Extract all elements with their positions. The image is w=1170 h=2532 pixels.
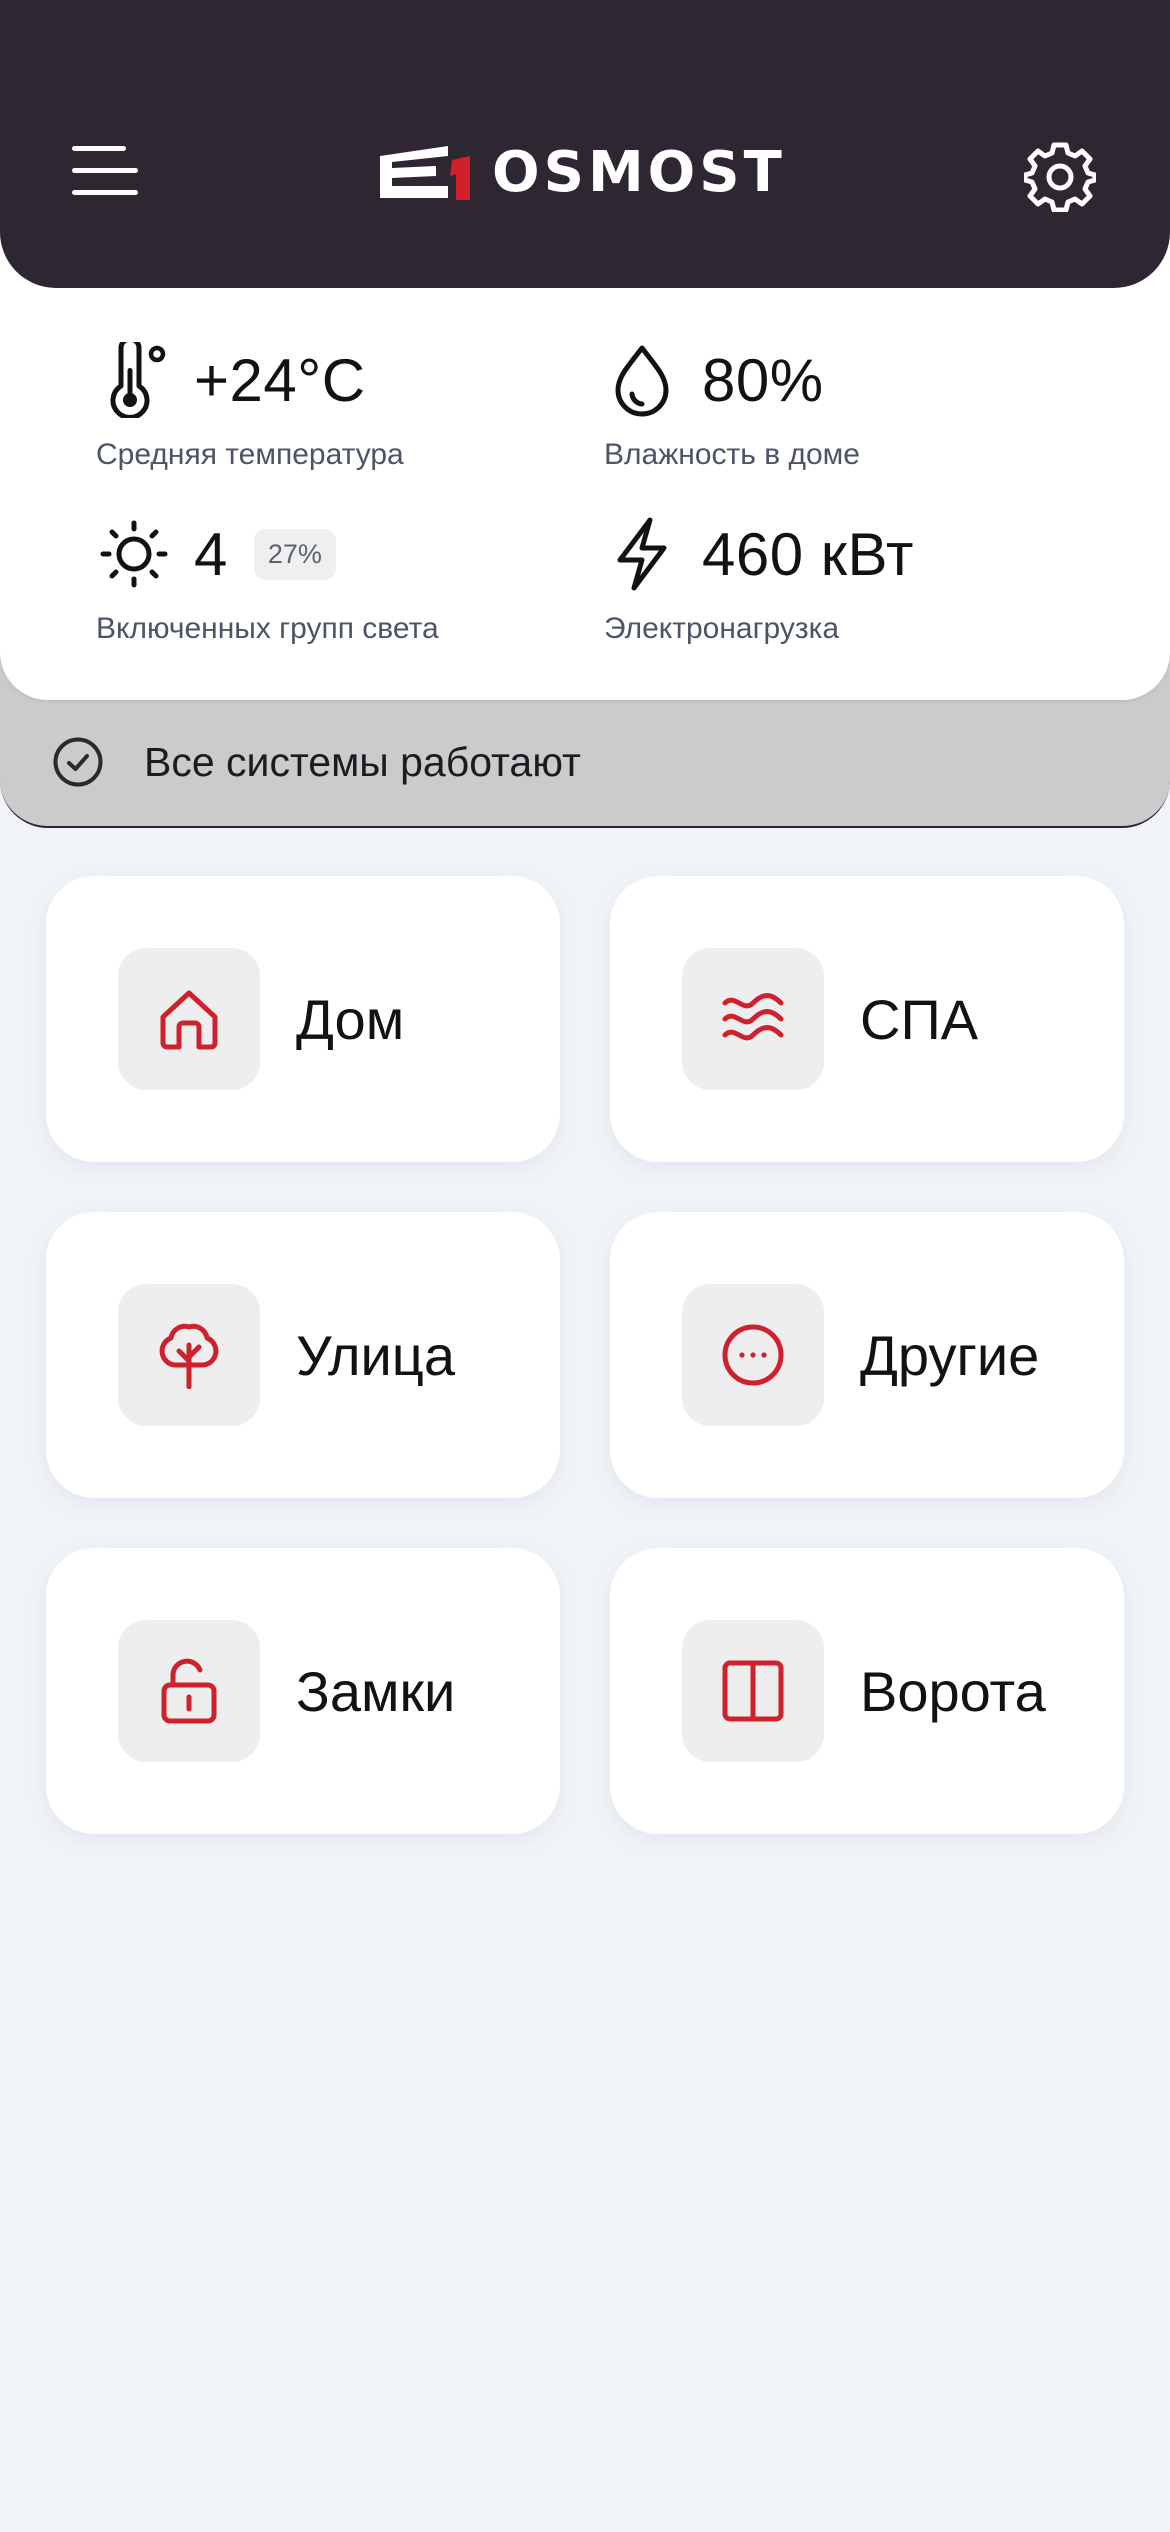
stat-power-value: 460 кВт [702,520,915,588]
category-tile-other[interactable]: Другие [610,1212,1124,1498]
category-label: Другие [860,1323,1040,1387]
settings-button[interactable] [1022,140,1098,213]
thermometer-icon [96,342,172,418]
home-icon [160,990,218,1050]
osmost-logo-mark [380,146,470,200]
category-tile-gates[interactable]: Ворота [610,1548,1124,1834]
system-status: Все системы работают [52,736,581,788]
tree-icon [159,1323,219,1389]
brand-name: OSMOST [492,140,786,205]
stat-temperature-value: +24°C [194,346,366,414]
category-label: СПА [860,987,979,1051]
more-circle-icon [722,1324,784,1386]
gate-icon [722,1660,784,1722]
stat-temperature: +24°C Средняя температура [96,340,404,472]
check-circle-icon [53,737,103,787]
stat-temperature-label: Средняя температура [96,438,404,471]
brand-logo: OSMOST [378,142,786,204]
waves-icon [722,993,784,1041]
category-label: Улица [296,1323,456,1387]
stat-lights-percent-badge: 27% [253,528,336,580]
droplet-icon [604,342,680,418]
category-label: Замки [296,1659,456,1723]
app-screen: Все системы работают +24°C Средняя темпе… [0,0,1170,2532]
category-tile-locks[interactable]: Замки [46,1548,560,1834]
stat-power: 460 кВт Электронагрузка [604,514,914,646]
app-header: OSMOST [0,0,1170,288]
category-tile-home[interactable]: Дом [46,876,560,1162]
sun-icon [96,516,172,592]
stat-lights-value: 4 [194,520,228,588]
menu-button[interactable] [72,144,142,198]
stat-humidity-label: Влажность в доме [604,438,860,471]
category-tile-outdoor[interactable]: Улица [46,1212,560,1498]
stat-humidity: 80% Влажность в доме [604,340,860,472]
category-label: Ворота [860,1659,1046,1723]
category-tile-spa[interactable]: СПА [610,876,1124,1162]
system-status-text: Все системы работают [144,738,581,785]
category-label: Дом [296,987,405,1051]
unlock-icon [161,1658,217,1724]
hamburger-menu-icon [72,146,126,151]
stat-power-label: Электронагрузка [604,612,840,645]
stat-lights-label: Включенных групп света [96,612,439,645]
gear-icon [1022,142,1098,213]
stat-lights: 4 27% Включенных групп света [96,514,439,646]
lightning-icon [604,516,680,592]
stat-humidity-value: 80% [702,346,824,414]
